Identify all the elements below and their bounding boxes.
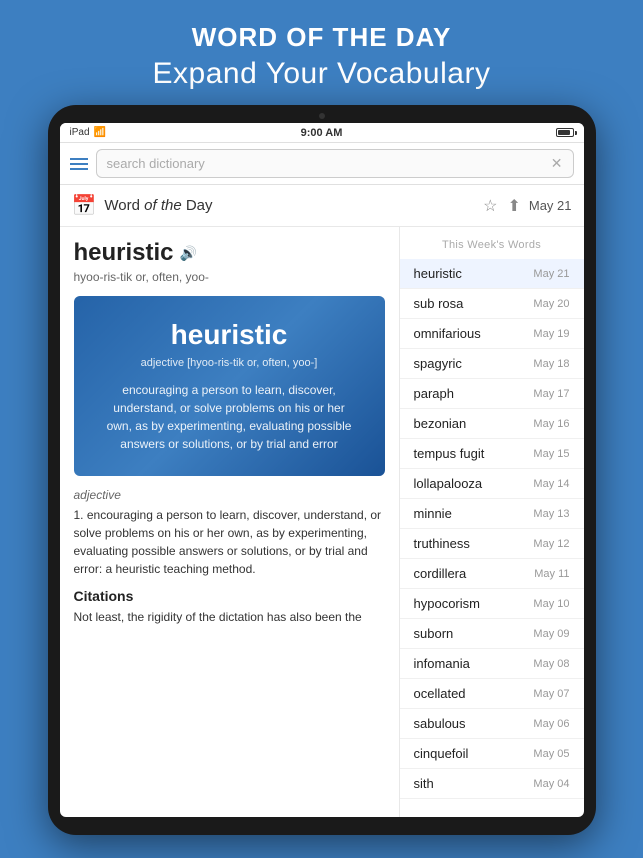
citation-text: Not least, the rigidity of the dictation… <box>74 608 385 626</box>
word-list: heuristic May 21 sub rosa May 20 omnifarious… <box>400 259 584 799</box>
promo-area: WORD OF THE DAY Expand Your Vocabulary <box>0 0 643 109</box>
word-list-item[interactable]: sub rosa May 20 <box>400 289 584 319</box>
wifi-icon: 📶 <box>94 127 106 138</box>
ipad-screen: iPad 📶 9:00 AM search dictionary ✕ 📅 <box>60 123 584 817</box>
ipad-frame: iPad 📶 9:00 AM search dictionary ✕ 📅 <box>48 105 596 835</box>
citations-title: Citations <box>74 588 385 604</box>
word-list-date: May 04 <box>533 778 569 790</box>
camera <box>319 113 325 119</box>
right-panel: This Week's Words heuristic May 21 sub ros… <box>400 227 584 817</box>
word-list-word: sith <box>414 776 434 791</box>
word-list-word: ocellated <box>414 686 466 701</box>
word-list-word: heuristic <box>414 266 462 281</box>
word-heading: heuristic <box>74 239 174 267</box>
word-list-date: May 18 <box>533 358 569 370</box>
word-list-item[interactable]: sith May 04 <box>400 769 584 799</box>
word-list-word: sub rosa <box>414 296 464 311</box>
word-list-word: spagyric <box>414 356 462 371</box>
word-list-item[interactable]: hypocorism May 10 <box>400 589 584 619</box>
word-list-item[interactable]: paraph May 17 <box>400 379 584 409</box>
favorite-button[interactable]: ☆ <box>483 196 497 216</box>
word-list-word: suborn <box>414 626 454 641</box>
word-list-word: cinquefoil <box>414 746 469 761</box>
card-word-start: heu <box>171 319 221 350</box>
main-content: heuristic 🔊 hyoo-ris-tik or, often, yoo-… <box>60 227 584 817</box>
word-list-item[interactable]: spagyric May 18 <box>400 349 584 379</box>
word-title: heuristic 🔊 <box>74 239 385 267</box>
pronunciation: hyoo-ris-tik or, often, yoo- <box>74 270 385 284</box>
menu-button[interactable] <box>70 158 88 170</box>
word-list-word: paraph <box>414 386 454 401</box>
word-list-item[interactable]: lollapalooza May 14 <box>400 469 584 499</box>
left-panel: heuristic 🔊 hyoo-ris-tik or, often, yoo-… <box>60 227 400 817</box>
word-list-word: infomania <box>414 656 470 671</box>
word-list-item[interactable]: tempus fugit May 15 <box>400 439 584 469</box>
card-word-end: tic <box>255 319 288 350</box>
word-list-word: omnifarious <box>414 326 481 341</box>
word-list-word: sabulous <box>414 716 466 731</box>
part-of-speech: adjective <box>74 488 385 502</box>
search-placeholder: search dictionary <box>107 156 205 171</box>
word-list-date: May 13 <box>533 508 569 520</box>
word-list-word: cordillera <box>414 566 467 581</box>
device-label: iPad <box>70 127 90 138</box>
word-list-date: May 11 <box>534 568 569 580</box>
search-bar: search dictionary ✕ <box>60 143 584 185</box>
word-list-date: May 21 <box>533 268 569 280</box>
clear-icon[interactable]: ✕ <box>551 155 563 172</box>
word-list-item[interactable]: infomania May 08 <box>400 649 584 679</box>
word-list-word: minnie <box>414 506 452 521</box>
card-word-bold: ris <box>220 319 254 350</box>
battery-icon <box>556 128 574 137</box>
status-left: iPad 📶 <box>70 127 106 138</box>
word-list-item[interactable]: minnie May 13 <box>400 499 584 529</box>
word-list-date: May 07 <box>533 688 569 700</box>
word-list-date: May 12 <box>533 538 569 550</box>
word-list-date: May 15 <box>533 448 569 460</box>
word-list-date: May 20 <box>533 298 569 310</box>
word-list-word: hypocorism <box>414 596 480 611</box>
word-list-item[interactable]: suborn May 09 <box>400 619 584 649</box>
card-pronunciation: adjective [hyoo-ris-tik or, often, yoo-] <box>141 357 318 369</box>
definition-text: 1. encouraging a person to learn, discov… <box>74 506 385 578</box>
word-list-item[interactable]: truthiness May 12 <box>400 529 584 559</box>
header-date: May 21 <box>529 198 572 213</box>
speaker-icon[interactable]: 🔊 <box>180 245 197 262</box>
word-list-date: May 16 <box>533 418 569 430</box>
status-right <box>556 128 574 137</box>
word-list-word: truthiness <box>414 536 470 551</box>
word-list-date: May 17 <box>533 388 569 400</box>
word-list-date: May 14 <box>533 478 569 490</box>
word-list-item[interactable]: sabulous May 06 <box>400 709 584 739</box>
word-list-date: May 10 <box>533 598 569 610</box>
word-list-date: May 19 <box>533 328 569 340</box>
week-header: This Week's Words <box>400 235 584 259</box>
promo-subtitle: Expand Your Vocabulary <box>20 57 623 91</box>
word-list-date: May 09 <box>533 628 569 640</box>
header-row: 📅 Word of the Day ☆ ⬆ May 21 <box>60 185 584 227</box>
header-actions: ☆ ⬆ <box>483 196 521 216</box>
word-list-word: tempus fugit <box>414 446 485 461</box>
word-list-item[interactable]: ocellated May 07 <box>400 679 584 709</box>
word-list-item[interactable]: cinquefoil May 05 <box>400 739 584 769</box>
word-list-date: May 06 <box>533 718 569 730</box>
word-list-date: May 08 <box>533 658 569 670</box>
card-definition: encouraging a person to learn, discover,… <box>99 381 359 453</box>
word-list-date: May 05 <box>533 748 569 760</box>
search-input-container[interactable]: search dictionary ✕ <box>96 149 574 178</box>
calendar-icon: 📅 <box>72 193 97 218</box>
word-list-word: bezonian <box>414 416 467 431</box>
status-time: 9:00 AM <box>301 127 343 139</box>
word-card: heuristic adjective [hyoo-ris-tik or, of… <box>74 296 385 476</box>
header-title: Word of the Day <box>104 197 475 214</box>
word-list-word: lollapalooza <box>414 476 483 491</box>
promo-title: WORD OF THE DAY <box>20 22 623 53</box>
word-list-item[interactable]: bezonian May 16 <box>400 409 584 439</box>
share-button[interactable]: ⬆ <box>507 196 520 216</box>
word-list-item[interactable]: cordillera May 11 <box>400 559 584 589</box>
word-list-item[interactable]: omnifarious May 19 <box>400 319 584 349</box>
status-bar: iPad 📶 9:00 AM <box>60 123 584 143</box>
word-list-item[interactable]: heuristic May 21 <box>400 259 584 289</box>
card-word: heuristic <box>171 319 288 351</box>
